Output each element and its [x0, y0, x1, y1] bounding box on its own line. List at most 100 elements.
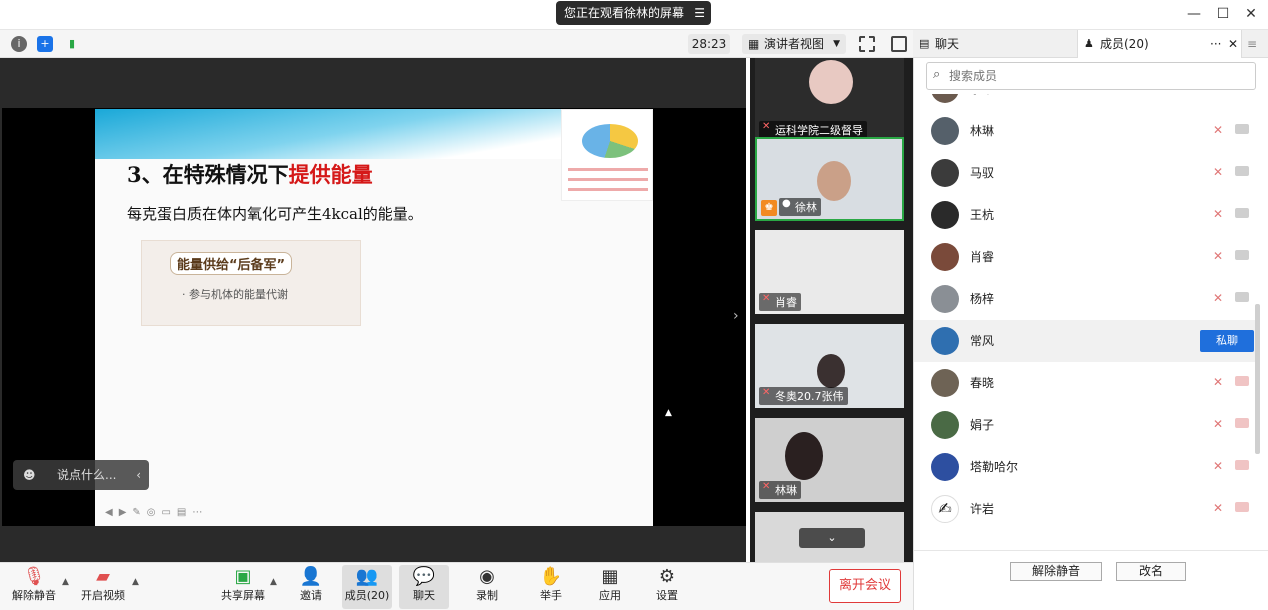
- chevron-up-icon[interactable]: ▲: [62, 577, 69, 587]
- member-name: 娟子: [970, 418, 995, 432]
- quick-chat-input[interactable]: ☻ 说点什么... ‹: [13, 460, 149, 490]
- camera-off-icon[interactable]: [1235, 376, 1249, 386]
- mic-muted-icon[interactable]: ✕: [1213, 123, 1223, 137]
- view-mode-dropdown[interactable]: ▦ 演讲者视图 ▼: [742, 34, 846, 54]
- menu-icon[interactable]: ☰: [694, 1, 705, 25]
- video-tile[interactable]: ✕ 冬奥20.7张伟: [755, 324, 904, 408]
- members-footer: 解除静音 改名: [914, 550, 1268, 610]
- maximize-button[interactable]: ☐: [1215, 6, 1231, 22]
- video-tile-active[interactable]: ♚ ● 徐林: [755, 137, 904, 221]
- rename-button[interactable]: 改名: [1116, 562, 1186, 581]
- tab-chat[interactable]: ▤ 聊天: [913, 30, 1077, 58]
- emoji-icon[interactable]: ☻: [23, 460, 36, 490]
- fullscreen-icon[interactable]: [859, 36, 875, 52]
- chevron-down-icon[interactable]: ⌄: [799, 528, 865, 548]
- private-chat-button[interactable]: 私聊: [1200, 330, 1254, 352]
- camera-icon[interactable]: [1235, 250, 1249, 260]
- leave-meeting-button[interactable]: 离开会议: [829, 569, 901, 603]
- members-icon: 👥: [355, 566, 379, 587]
- panel-menu-icon[interactable]: ≡: [1247, 30, 1267, 58]
- close-window-button[interactable]: ✕: [1243, 6, 1259, 22]
- start-video-label: 开启视频: [81, 589, 125, 602]
- chevron-down-icon: ▼: [833, 39, 840, 49]
- mic-muted-icon[interactable]: ✕: [1213, 459, 1223, 473]
- member-name: 杨梓: [970, 292, 995, 306]
- tab-members[interactable]: ♟ 成员(20) ··· ✕: [1077, 30, 1242, 58]
- share-banner-text: 您正在观看徐林的屏幕: [564, 6, 685, 20]
- start-video-button[interactable]: ▰ 开启视频: [78, 565, 128, 609]
- card-title: 能量供给“后备军”: [170, 252, 293, 275]
- unmute-button[interactable]: 🎙 解除静音: [9, 565, 59, 609]
- title-bar: 您正在观看徐林的屏幕 ☰ — ☐ ✕: [0, 0, 1268, 30]
- sidebar-toggle-icon[interactable]: [891, 36, 907, 52]
- tab-members-label: 成员(20): [1100, 37, 1149, 51]
- members-panel: ⌕ 李草 ✕ 林琳 ✕ 马驭 ✕: [913, 58, 1268, 610]
- participant-face: [785, 432, 823, 480]
- chat-button[interactable]: 💬 聊天: [399, 565, 449, 609]
- mic-muted-icon: ✕: [762, 387, 771, 398]
- shield-icon[interactable]: +: [37, 36, 53, 52]
- chevron-left-icon[interactable]: ‹: [136, 460, 141, 490]
- list-item[interactable]: ✍ 许岩 ✕: [914, 488, 1255, 530]
- members-button[interactable]: 👥 成员(20): [342, 565, 392, 609]
- video-tile[interactable]: ✕ 肖睿: [755, 230, 904, 314]
- info-icon[interactable]: i: [11, 36, 27, 52]
- camera-icon[interactable]: [1235, 208, 1249, 218]
- chevron-up-icon[interactable]: ▲: [132, 577, 139, 587]
- record-button[interactable]: ◉ 录制: [462, 565, 512, 609]
- mic-muted-icon[interactable]: ✕: [1213, 501, 1223, 515]
- chart-row: [568, 188, 648, 191]
- slide-controls[interactable]: ◀▶✎◎▭▤⋯: [105, 507, 208, 518]
- list-item[interactable]: 娟子 ✕: [914, 404, 1255, 446]
- avatar: [931, 117, 959, 145]
- camera-icon[interactable]: [1235, 124, 1249, 134]
- mic-muted-icon[interactable]: ✕: [1213, 291, 1223, 305]
- member-search[interactable]: ⌕: [926, 62, 1256, 90]
- video-tile[interactable]: ✕ 林琳: [755, 418, 904, 502]
- member-list-scrollbar[interactable]: [1255, 304, 1260, 454]
- avatar: [931, 285, 959, 313]
- slide-body-text: 每克蛋白质在体内氧化可产生4kcal的能量。: [127, 205, 423, 223]
- list-item[interactable]: 肖睿 ✕: [914, 236, 1255, 278]
- minimize-button[interactable]: —: [1186, 6, 1202, 22]
- chevron-right-icon[interactable]: ›: [733, 308, 739, 324]
- list-item[interactable]: 李草 ✕: [914, 94, 1255, 110]
- apps-button[interactable]: ▦ 应用: [585, 565, 635, 609]
- camera-icon[interactable]: [1235, 292, 1249, 302]
- more-icon[interactable]: ···: [1210, 30, 1221, 58]
- share-screen-button[interactable]: ▣ 共享屏幕: [218, 565, 268, 609]
- signal-icon[interactable]: ▮: [64, 36, 80, 52]
- list-item[interactable]: 马驭 ✕: [914, 152, 1255, 194]
- list-item[interactable]: 林琳 ✕: [914, 110, 1255, 152]
- list-item[interactable]: 春晓 ✕: [914, 362, 1255, 404]
- list-item[interactable]: 王杭 ✕: [914, 194, 1255, 236]
- tab-chat-label: 聊天: [935, 37, 960, 51]
- camera-off-icon[interactable]: [1235, 418, 1249, 428]
- video-tile[interactable]: ✕ 运科学院二级督导: [755, 58, 904, 142]
- camera-off-icon[interactable]: [1235, 502, 1249, 512]
- chevron-up-icon[interactable]: ▲: [270, 577, 277, 587]
- close-panel-icon[interactable]: ✕: [1228, 30, 1238, 58]
- camera-icon[interactable]: [1235, 166, 1249, 176]
- apps-label: 应用: [599, 589, 621, 602]
- mic-muted-icon[interactable]: ✕: [1213, 207, 1223, 221]
- settings-button[interactable]: ⚙ 设置: [642, 565, 692, 609]
- mic-muted-icon[interactable]: ✕: [1213, 94, 1223, 95]
- share-banner[interactable]: 您正在观看徐林的屏幕 ☰: [556, 1, 711, 25]
- slide-card: 能量供给“后备军” · 参与机体的能量代谢: [141, 240, 361, 326]
- mic-muted-icon[interactable]: ✕: [1213, 165, 1223, 179]
- mic-muted-icon[interactable]: ✕: [1213, 417, 1223, 431]
- list-item[interactable]: 塔勒哈尔 ✕: [914, 446, 1255, 488]
- chart-row: [568, 168, 648, 171]
- search-input[interactable]: [949, 66, 1239, 86]
- unmute-all-button[interactable]: 解除静音: [1010, 562, 1102, 581]
- list-item[interactable]: 常风 私聊: [914, 320, 1255, 362]
- mic-muted-icon[interactable]: ✕: [1213, 249, 1223, 263]
- camera-off-icon[interactable]: [1235, 460, 1249, 470]
- invite-button[interactable]: 👤 邀请: [286, 565, 336, 609]
- raise-hand-button[interactable]: ✋ 举手: [526, 565, 576, 609]
- mic-muted-icon[interactable]: ✕: [1213, 375, 1223, 389]
- video-tile-label: ● 徐林: [779, 198, 821, 216]
- list-item[interactable]: 杨梓 ✕: [914, 278, 1255, 320]
- avatar: [809, 60, 853, 104]
